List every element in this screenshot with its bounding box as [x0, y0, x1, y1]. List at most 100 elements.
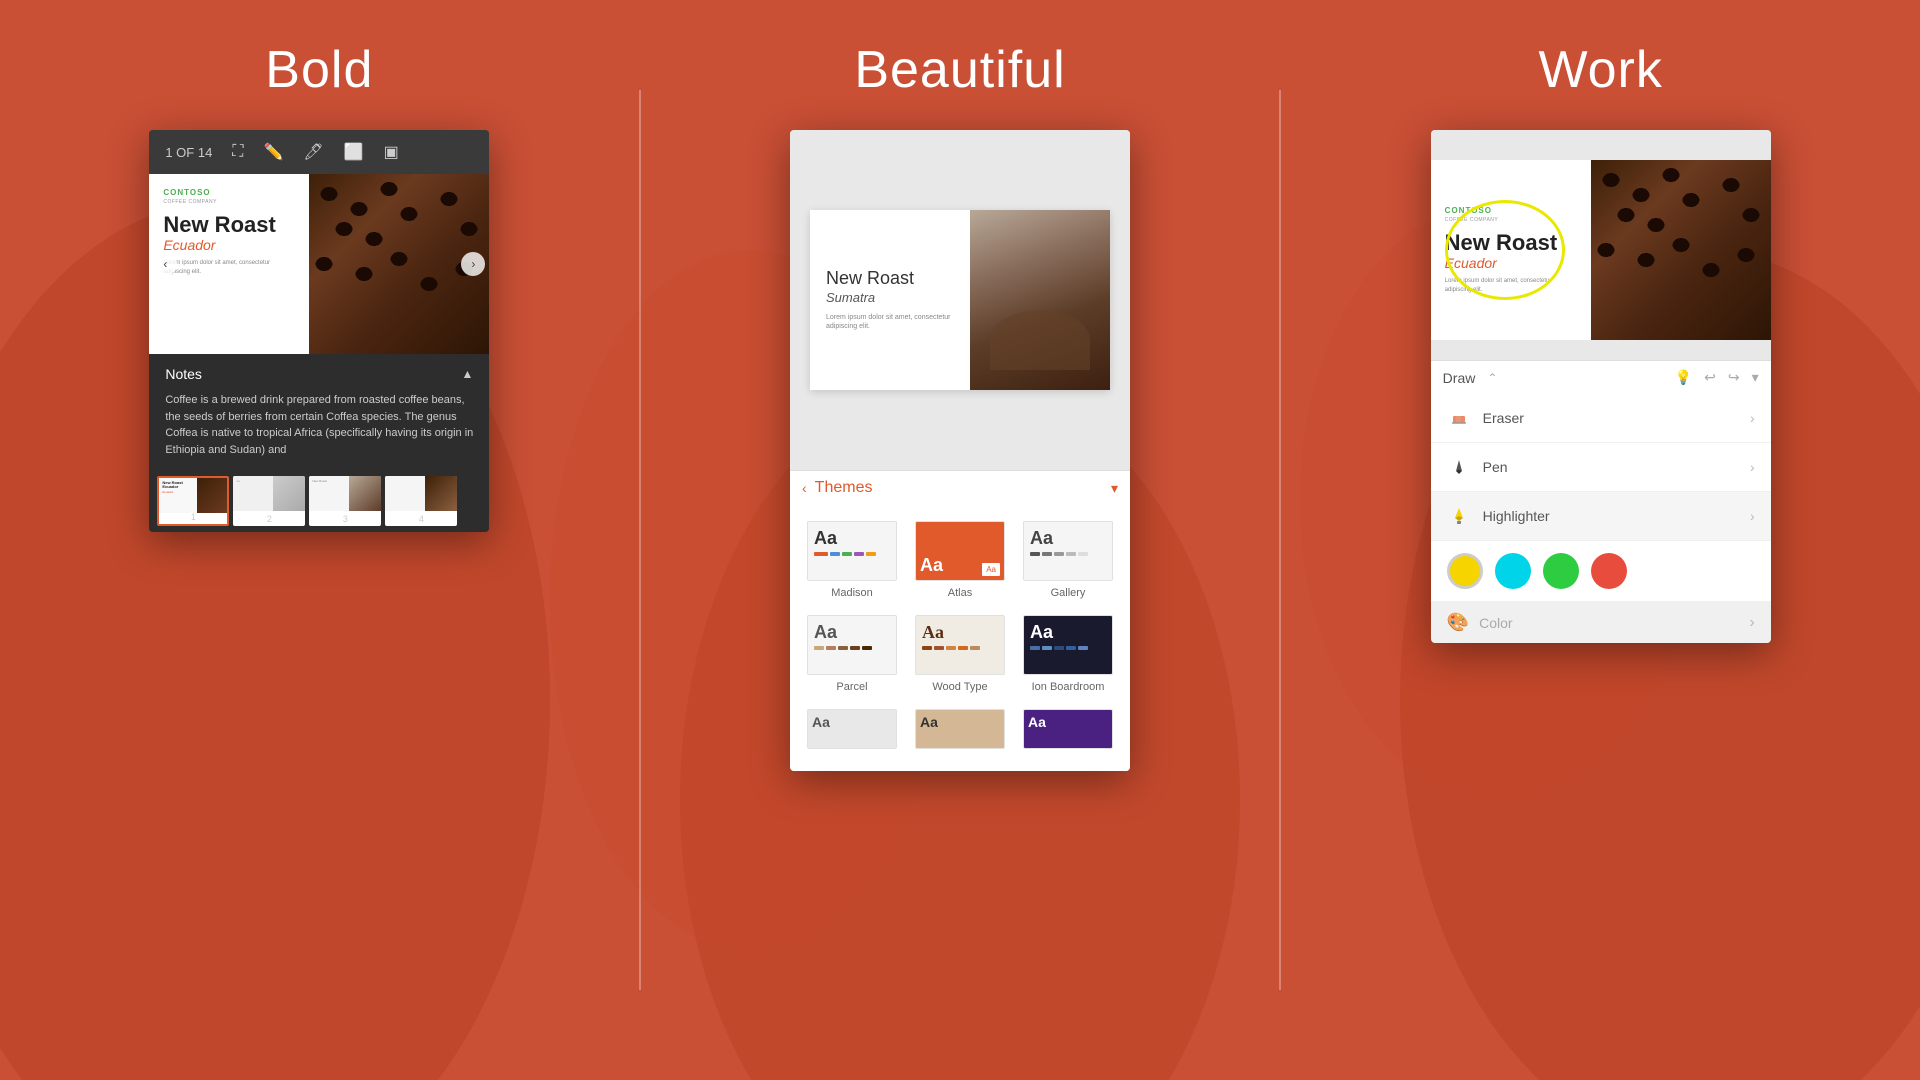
prev-slide-button[interactable]: ‹: [153, 252, 177, 276]
bold-title: Bold: [265, 40, 373, 100]
notes-collapse-button[interactable]: ▲: [461, 367, 473, 381]
theme-gallery-preview: Aa: [1023, 521, 1113, 581]
work-slide-area: CONTOSO COFFEE COMPANY New Roast Ecuador…: [1431, 160, 1771, 340]
color-yellow[interactable]: [1447, 553, 1483, 589]
beautiful-section: Beautiful New Roast Sumatra Lorem ipsum …: [641, 0, 1280, 1080]
lightbulb-icon[interactable]: 💡: [1675, 369, 1692, 386]
eraser-icon: [1447, 406, 1471, 430]
work-slide-left: CONTOSO COFFEE COMPANY New Roast Ecuador…: [1431, 160, 1591, 340]
eraser-tool[interactable]: Eraser ›: [1431, 394, 1771, 443]
slide-card: New Roast Sumatra Lorem ipsum dolor sit …: [810, 210, 1110, 390]
highlighter-tool[interactable]: Highlighter ›: [1431, 492, 1771, 541]
themes-back-button[interactable]: ‹: [802, 480, 807, 496]
theme-ion-boardroom[interactable]: Aa Ion Boardroom: [1014, 607, 1122, 701]
theme-atlas-preview: Aa Aa: [915, 521, 1005, 581]
pen-tool[interactable]: Pen ›: [1431, 443, 1771, 492]
theme-more-3[interactable]: Aa: [1014, 701, 1122, 763]
hands-photo: [970, 210, 1110, 390]
draw-dropdown-icon[interactable]: ▾: [1752, 369, 1759, 386]
thumbnail-2[interactable]: Aa 2: [233, 476, 305, 526]
thumbnail-1[interactable]: New RoastEcuador Ecuador 1: [157, 476, 229, 526]
theme-madison-label: Madison: [831, 587, 873, 599]
theme-woodtype[interactable]: Aa Wood Type: [906, 607, 1014, 701]
notes-text: Coffee is a brewed drink prepared from r…: [165, 392, 473, 458]
next-slide-button[interactable]: ›: [461, 252, 485, 276]
beautiful-slide-heading: New Roast: [826, 268, 954, 290]
color-option-arrow: ›: [1749, 614, 1754, 632]
expand-icon[interactable]: ⛶: [232, 143, 243, 161]
pen-tool-icon: [1447, 455, 1471, 479]
theme-gallery-label: Gallery: [1051, 587, 1086, 599]
work-slide-header: [1431, 130, 1771, 160]
phone-toolbar: 1 OF 14 ⛶ ✏️ 🖊 ⬜ ▣: [149, 130, 489, 174]
highlight-icon[interactable]: 🖊: [303, 142, 323, 162]
present-icon[interactable]: ▣: [384, 142, 399, 162]
pen-arrow: ›: [1750, 459, 1755, 475]
thumbnails-strip: New RoastEcuador Ecuador 1 Aa: [149, 470, 489, 532]
undo-icon[interactable]: ↩: [1704, 369, 1716, 386]
theme-more-2[interactable]: Aa: [906, 701, 1014, 763]
beautiful-title: Beautiful: [854, 40, 1065, 100]
device-icon[interactable]: ⬜: [344, 142, 364, 162]
theme-atlas[interactable]: Aa Aa Atlas: [906, 513, 1014, 607]
draw-icons: 💡 ↩ ↪ ▾: [1675, 369, 1759, 386]
themes-dropdown-icon[interactable]: ▾: [1111, 480, 1118, 497]
work-title: Work: [1538, 40, 1662, 100]
work-phone: CONTOSO COFFEE COMPANY New Roast Ecuador…: [1431, 130, 1771, 643]
work-slide-subheading: Ecuador: [1445, 255, 1577, 271]
thumbnail-4[interactable]: 4: [385, 476, 457, 526]
slide-subheading: Ecuador: [163, 237, 295, 253]
color-option[interactable]: 🎨 Color ›: [1431, 601, 1771, 643]
redo-icon[interactable]: ↪: [1728, 369, 1740, 386]
slide-card-right: [970, 210, 1110, 390]
bold-phone: 1 OF 14 ⛶ ✏️ 🖊 ⬜ ▣ CONTOSO COFFEE COMPAN…: [149, 130, 489, 532]
color-red[interactable]: [1591, 553, 1627, 589]
theme-ion-preview: Aa: [1023, 615, 1113, 675]
work-slide-heading: New Roast: [1445, 231, 1577, 255]
highlighter-icon: [1447, 504, 1471, 528]
theme-gallery[interactable]: Aa Gallery: [1014, 513, 1122, 607]
notes-title: Notes: [165, 366, 202, 382]
slide-body: Lorem ipsum dolor sit amet, consectetur …: [163, 259, 295, 276]
work-contoso-sub: COFFEE COMPANY: [1445, 217, 1577, 223]
color-cyan[interactable]: [1495, 553, 1531, 589]
work-slide-footer: [1431, 340, 1771, 360]
contoso-sub: COFFEE COMPANY: [163, 199, 295, 205]
beautiful-slide-subheading: Sumatra: [826, 290, 954, 305]
work-section: Work CONTOSO COFFEE COMPANY New Roast Ec…: [1281, 0, 1920, 1080]
work-coffee-beans: [1591, 160, 1771, 340]
bold-section: Bold 1 OF 14 ⛶ ✏️ 🖊 ⬜ ▣ CONTOSO COFFEE C…: [0, 0, 639, 1080]
thumbnail-3[interactable]: New Roast 3: [309, 476, 381, 526]
theme-ion-boardroom-label: Ion Boardroom: [1032, 681, 1105, 693]
theme-more-1[interactable]: Aa: [798, 701, 906, 763]
pen-icon[interactable]: ✏️: [264, 142, 284, 162]
slide-preview-area: New Roast Sumatra Lorem ipsum dolor sit …: [790, 130, 1130, 470]
notes-panel: Notes ▲ Coffee is a brewed drink prepare…: [149, 354, 489, 470]
color-green[interactable]: [1543, 553, 1579, 589]
eraser-arrow: ›: [1750, 410, 1755, 426]
highlighter-label: Highlighter: [1483, 508, 1750, 524]
contoso-logo: CONTOSO: [163, 188, 295, 197]
color-palette-icon: 🎨: [1447, 612, 1469, 633]
pen-label: Pen: [1483, 459, 1750, 475]
work-slide-right: [1591, 160, 1771, 340]
color-swatches: [1431, 541, 1771, 601]
highlighter-arrow: ›: [1750, 508, 1755, 524]
theme-woodtype-label: Wood Type: [932, 681, 987, 693]
theme-woodtype-preview: Aa: [915, 615, 1005, 675]
color-option-label: Color: [1479, 615, 1512, 631]
theme-parcel[interactable]: Aa Parcel: [798, 607, 906, 701]
theme-more-2-preview: Aa: [915, 709, 1005, 749]
theme-madison[interactable]: Aa Madison: [798, 513, 906, 607]
theme-parcel-preview: Aa: [807, 615, 897, 675]
theme-more-3-preview: Aa: [1023, 709, 1113, 749]
draw-expand-icon[interactable]: ⌃: [1487, 371, 1497, 385]
eraser-label: Eraser: [1483, 410, 1750, 426]
draw-label: Draw: [1443, 370, 1476, 386]
main-container: Bold 1 OF 14 ⛶ ✏️ 🖊 ⬜ ▣ CONTOSO COFFEE C…: [0, 0, 1920, 1080]
slide-area: CONTOSO COFFEE COMPANY New Roast Ecuador…: [149, 174, 489, 354]
slide-counter: 1 OF 14: [165, 145, 212, 160]
tool-list: Eraser › Pen ›: [1431, 394, 1771, 541]
slide-heading: New Roast: [163, 213, 295, 237]
themes-grid: Aa Madison: [790, 505, 1130, 771]
